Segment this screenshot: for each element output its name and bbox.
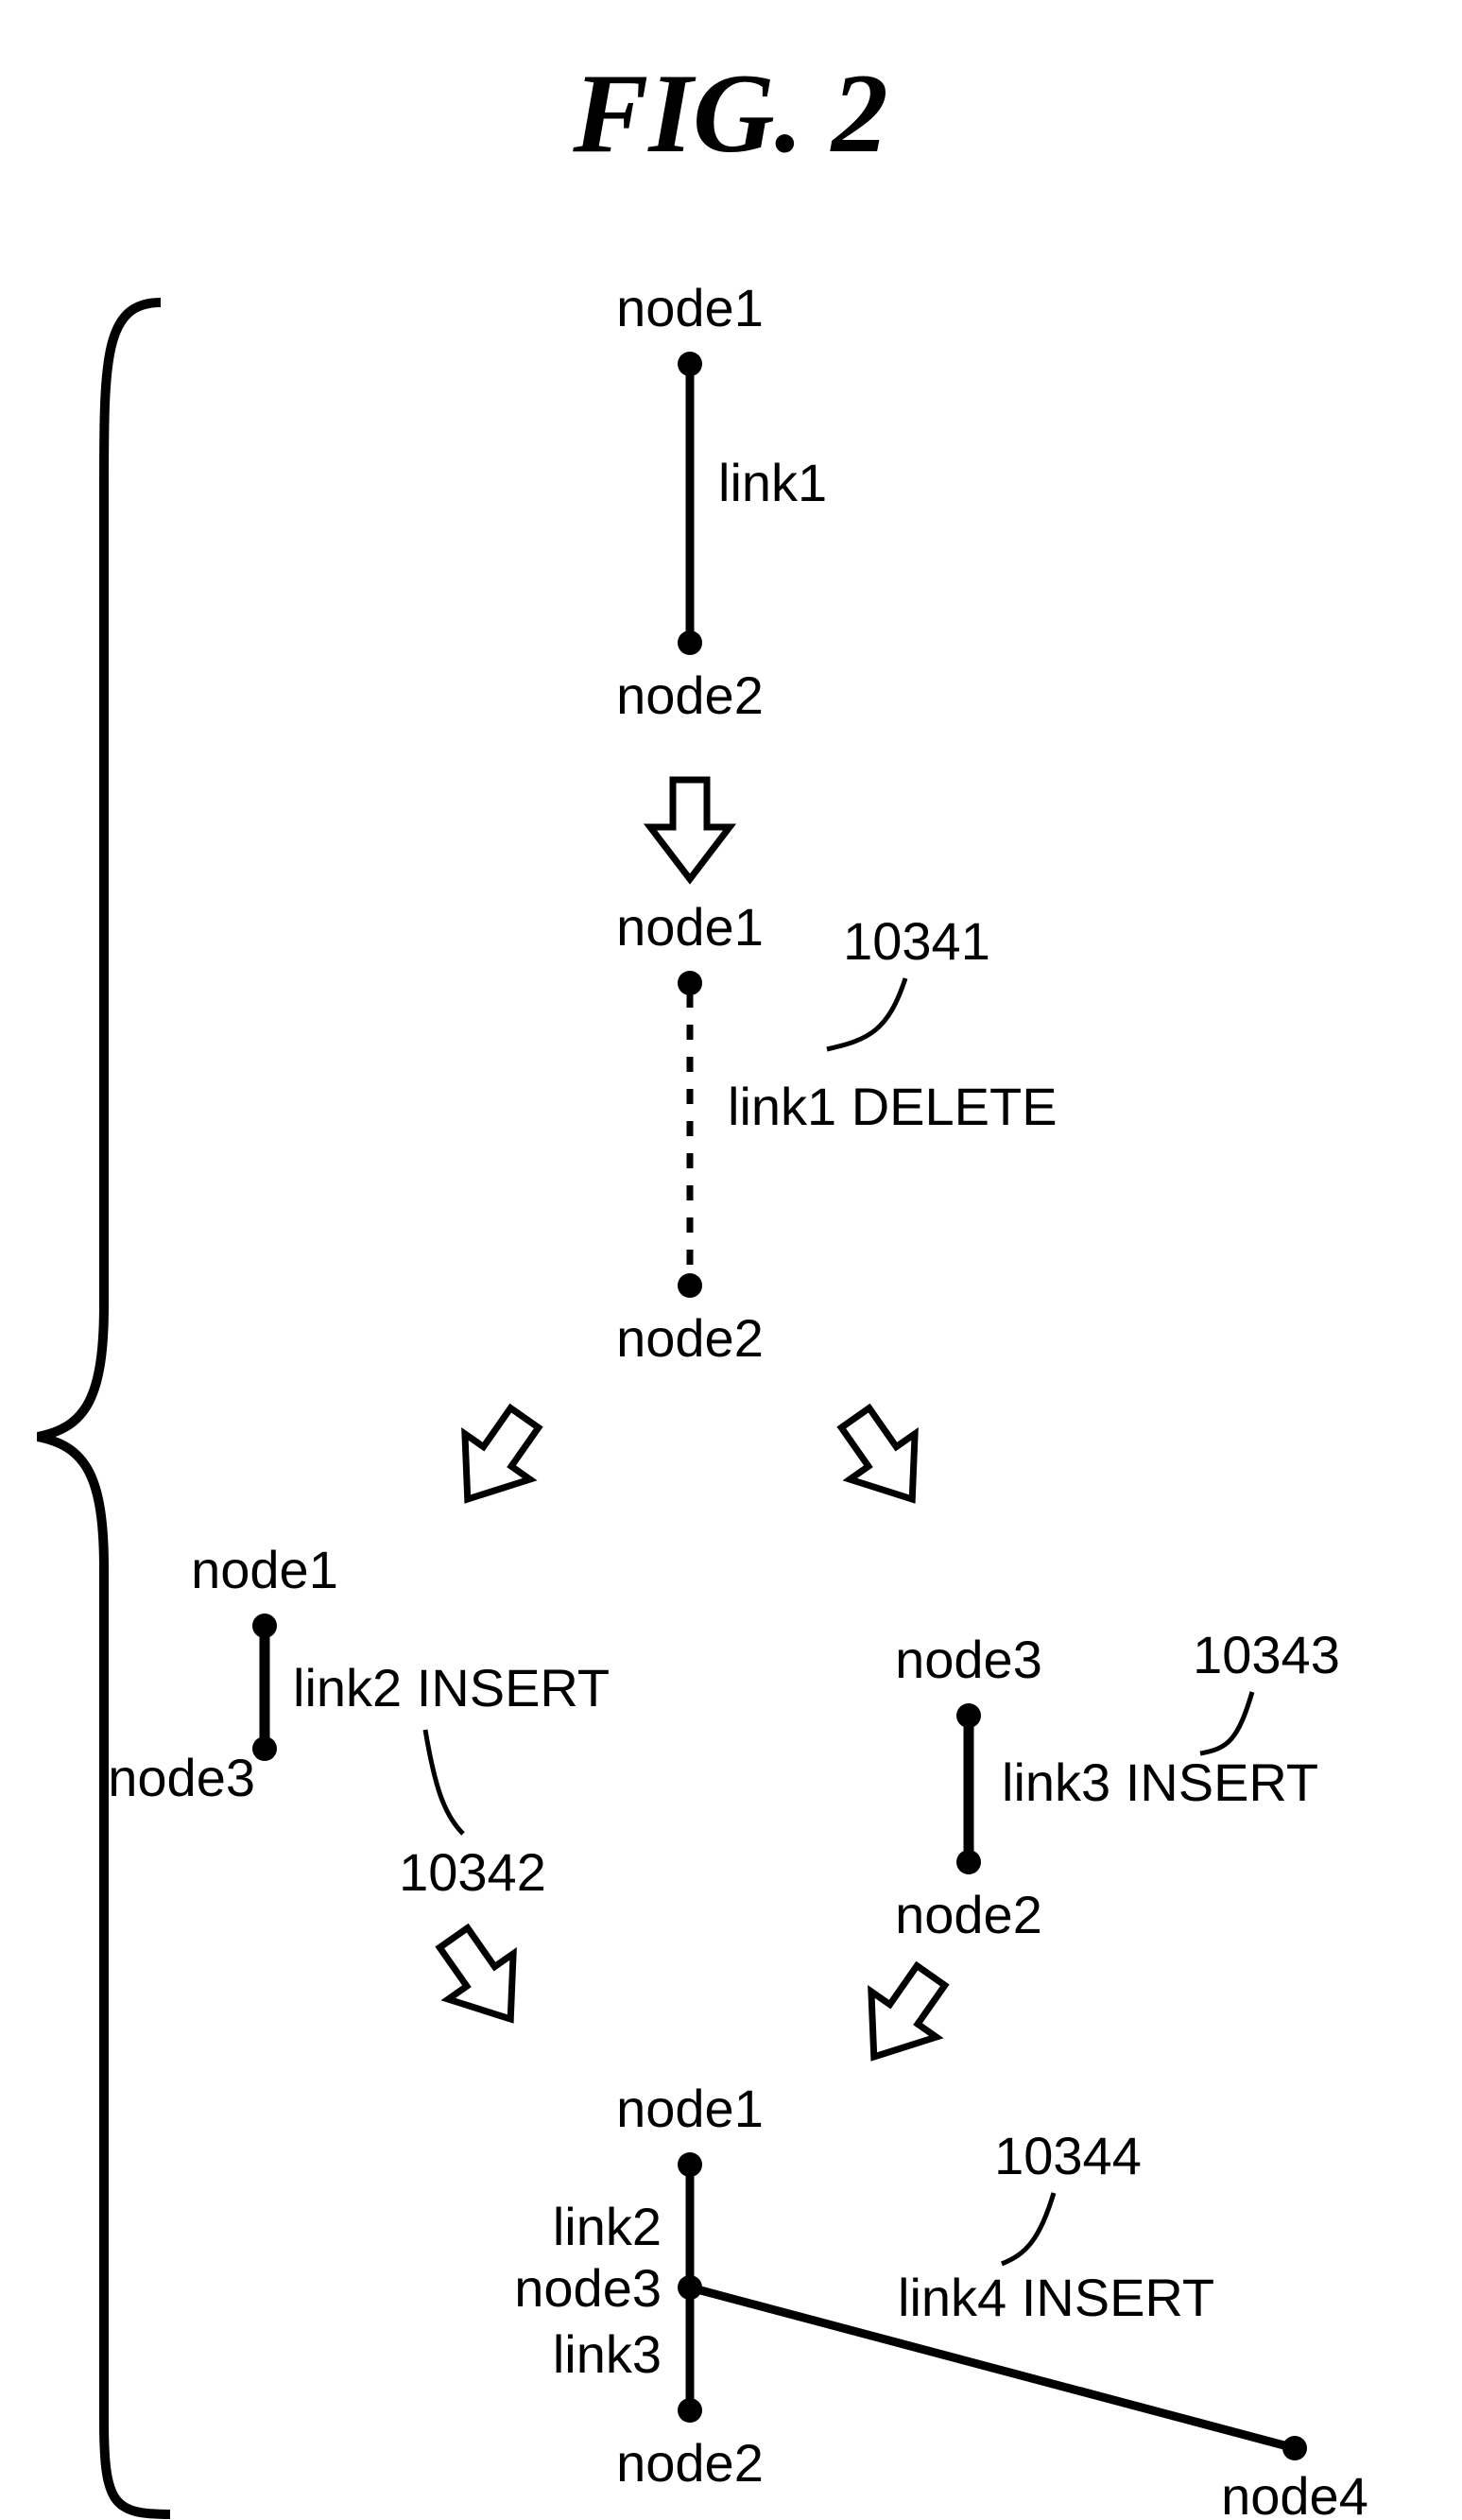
stage3l-operation: link2 INSERT [293, 1658, 610, 1717]
stage3l-ref: 10342 [399, 1842, 546, 1902]
stage1-link-label: link1 [718, 453, 827, 512]
flow-arrow [435, 1395, 557, 1522]
stage4-node-bottom-dot [678, 2398, 702, 2423]
stage3r-ref: 10343 [1193, 1625, 1340, 1684]
stage2-graph: node1 node2 10341 link1 DELETE [616, 897, 1057, 1368]
stage2-ref-leader [827, 978, 905, 1049]
stage2-ref: 10341 [843, 911, 990, 971]
stage3r-node-bottom-dot [956, 1850, 981, 1874]
stage4-node-right-dot [1282, 2436, 1307, 2460]
flow-arrow [823, 1395, 945, 1522]
stage3r-ref-leader [1200, 1692, 1252, 1753]
stage1-node-bottom-label: node2 [616, 665, 764, 725]
stage1-node-top-label: node1 [616, 278, 764, 337]
stage3-right-graph: node3 node2 link3 INSERT 10343 [895, 1625, 1340, 1944]
flow-arrow [421, 1915, 543, 2042]
stage4-node-top-label: node1 [616, 2079, 764, 2138]
stage4-link3-label: link3 [553, 2324, 662, 2384]
stage3r-operation: link3 INSERT [1002, 1752, 1318, 1812]
stage2-operation: link1 DELETE [728, 1077, 1058, 1136]
stage1-node-bottom-dot [678, 630, 702, 655]
flow-arrow [841, 1953, 963, 2080]
stage3r-node-top-label: node3 [895, 1630, 1042, 1689]
stage4-operation: link4 INSERT [898, 2268, 1214, 2327]
stage1-graph: node1 link1 node2 [616, 278, 827, 725]
stage2-node-bottom-dot [678, 1273, 702, 1298]
flow-arrow [650, 780, 730, 879]
stage2-node-top-label: node1 [616, 897, 764, 957]
stage3r-node-bottom-label: node2 [895, 1885, 1042, 1944]
figure-svg: FIG. 2 node1 link1 node2 node1 node2 103… [0, 0, 1462, 2520]
stage2-node-bottom-label: node2 [616, 1308, 764, 1368]
stage3l-node-bottom-label: node3 [108, 1748, 255, 1807]
figure-title: FIG. 2 [572, 50, 887, 176]
stage2-node-top-dot [678, 971, 702, 995]
curly-brace-icon [38, 302, 170, 2514]
stage3l-node-top-label: node1 [191, 1540, 338, 1599]
stage3-left-graph: node1 node3 link2 INSERT 10342 [108, 1540, 610, 1902]
stage4-ref-leader [1002, 2193, 1054, 2264]
stage4-graph: node1 link2 node3 link3 node2 node4 link… [514, 2079, 1368, 2520]
stage4-node-right-label: node4 [1221, 2466, 1368, 2520]
stage4-link2-label: link2 [553, 2197, 662, 2256]
stage3l-node-bottom-dot [252, 1736, 277, 1761]
stage4-ref: 10344 [994, 2126, 1142, 2185]
stage4-node-bottom-label: node2 [616, 2433, 764, 2493]
stage3l-ref-leader [425, 1730, 463, 1834]
stage4-node-mid-label: node3 [514, 2258, 662, 2318]
